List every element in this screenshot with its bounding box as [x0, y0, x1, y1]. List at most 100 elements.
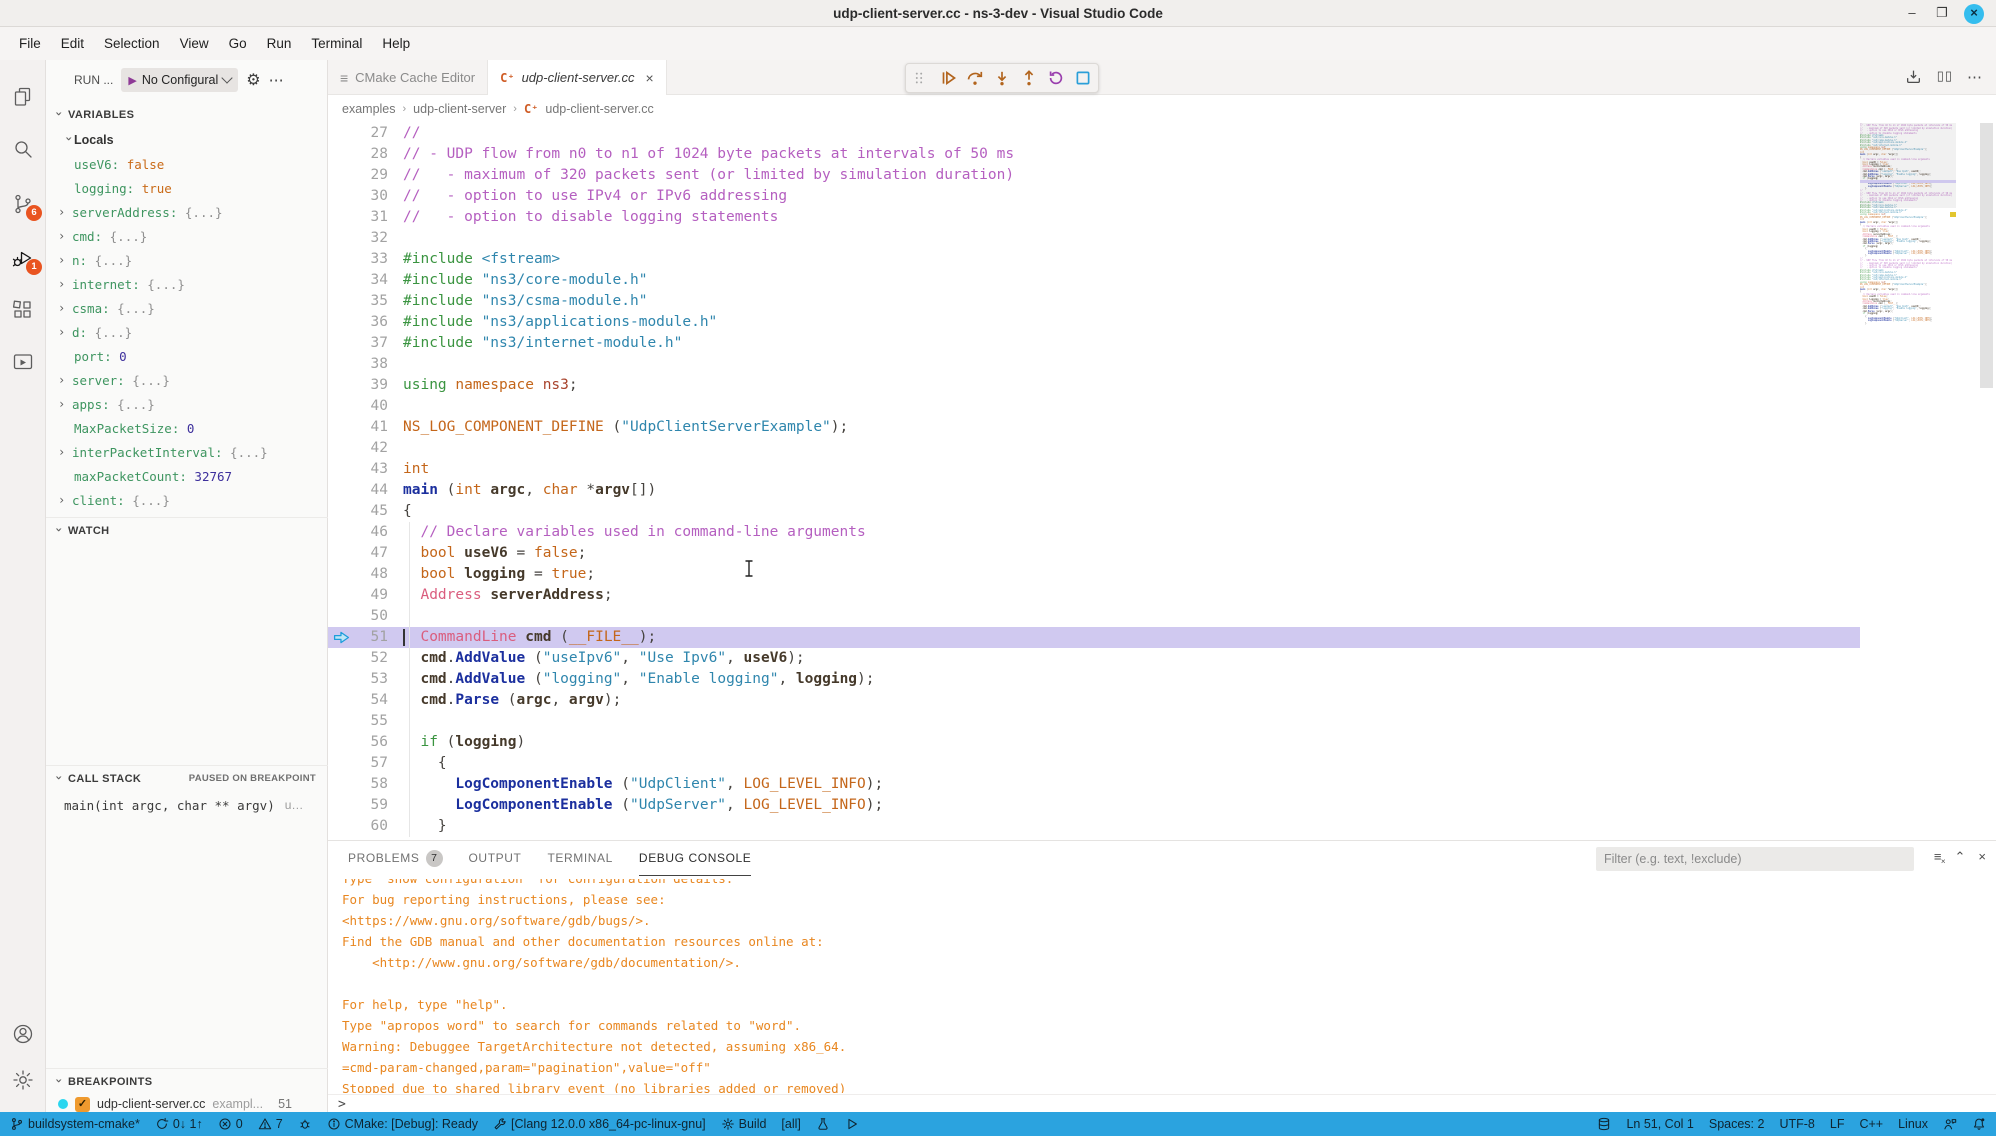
status-item-utf-8[interactable]: UTF-8 — [1779, 1117, 1814, 1131]
code-line-57[interactable]: 57 { — [328, 753, 1860, 774]
code-line-36[interactable]: 36#include "ns3/applications-module.h" — [328, 312, 1860, 333]
variables-section-header[interactable]: › VARIABLES — [46, 102, 328, 128]
variable-row[interactable]: ›apps: {...} — [46, 392, 328, 416]
panel-tab-terminal[interactable]: TERMINAL — [547, 841, 612, 876]
panel-tab-problems[interactable]: PROBLEMS7 — [348, 841, 443, 876]
code-line-39[interactable]: 39using namespace ns3; — [328, 375, 1860, 396]
status-item-lf[interactable]: LF — [1830, 1117, 1845, 1131]
minimize-icon[interactable]: – — [1902, 4, 1922, 24]
variable-row[interactable]: ›internet: {...} — [46, 272, 328, 296]
panel-tab-debug-console[interactable]: DEBUG CONSOLE — [639, 841, 752, 876]
code-line-33[interactable]: 33#include <fstream> — [328, 249, 1860, 270]
status-item-linux[interactable]: Linux — [1898, 1117, 1928, 1131]
variable-row[interactable]: ›interPacketInterval: {...} — [46, 440, 328, 464]
code-line-54[interactable]: 54 cmd.Parse (argc, argv); — [328, 690, 1860, 711]
variable-row[interactable]: ›csma: {...} — [46, 296, 328, 320]
breakpoint-checkbox[interactable]: ✓ — [75, 1097, 90, 1112]
code-line-53[interactable]: 53 cmd.AddValue ("logging", "Enable logg… — [328, 669, 1860, 690]
breadcrumb-item[interactable]: udp-client-server — [413, 102, 506, 116]
code-line-52[interactable]: 52 cmd.AddValue ("useIpv6", "Use Ipv6", … — [328, 648, 1860, 669]
restart-icon[interactable] — [1047, 69, 1065, 87]
code-line-42[interactable]: 42 — [328, 438, 1860, 459]
code-line-56[interactable]: 56 if (logging) — [328, 732, 1860, 753]
close-tab-icon[interactable]: × — [646, 70, 654, 86]
variable-row[interactable]: ›client: {...} — [46, 488, 328, 512]
step-out-icon[interactable] — [1020, 69, 1038, 87]
code-line-37[interactable]: 37#include "ns3/internet-module.h" — [328, 333, 1860, 354]
variable-row[interactable]: useV6: false — [46, 152, 328, 176]
close-panel-icon[interactable]: × — [1978, 849, 1986, 865]
stack-frame[interactable]: main(int argc, char ** argv) u… — [46, 793, 328, 817]
clear-console-icon[interactable]: ≡× — [1934, 849, 1942, 865]
settings-gear-icon[interactable] — [11, 1068, 35, 1092]
breadcrumb-item[interactable]: udp-client-server.cc — [545, 102, 653, 116]
status-item-c++[interactable]: C++ — [1859, 1117, 1883, 1131]
code-editor[interactable]: 27//28// - UDP flow from n0 to n1 of 102… — [328, 123, 1996, 840]
code-line-40[interactable]: 40 — [328, 396, 1860, 417]
code-line-43[interactable]: 43int — [328, 459, 1860, 480]
variable-row[interactable]: maxPacketCount: 32767 — [46, 464, 328, 488]
more-actions-icon[interactable]: ⋯ — [1967, 68, 1982, 86]
code-line-55[interactable]: 55 — [328, 711, 1860, 732]
status-item-spaces-2[interactable]: Spaces: 2 — [1709, 1117, 1765, 1131]
code-line-44[interactable]: 44main (int argc, char *argv[]) — [328, 480, 1860, 501]
status-item-ln-51-col-1[interactable]: Ln 51, Col 1 — [1626, 1117, 1693, 1131]
tab-cmake-cache-editor[interactable]: ≡CMake Cache Editor — [328, 60, 488, 95]
call-stack-section-header[interactable]: › CALL STACK PAUSED ON BREAKPOINT — [46, 765, 328, 791]
minimap-slider[interactable] — [1860, 123, 1956, 208]
status-item[interactable] — [816, 1117, 830, 1131]
status-item[interactable] — [1597, 1117, 1611, 1131]
code-line-58[interactable]: 58 LogComponentEnable ("UdpClient", LOG_… — [328, 774, 1860, 795]
close-icon[interactable]: × — [1964, 4, 1984, 24]
code-line-28[interactable]: 28// - UDP flow from n0 to n1 of 1024 by… — [328, 144, 1860, 165]
code-line-46[interactable]: 46 // Declare variables used in command-… — [328, 522, 1860, 543]
code-line-41[interactable]: 41NS_LOG_COMPONENT_DEFINE ("UdpClientSer… — [328, 417, 1860, 438]
collapse-panel-icon[interactable]: ⌃ — [1955, 849, 1966, 865]
menu-item-selection[interactable]: Selection — [95, 32, 169, 55]
panel-tab-output[interactable]: OUTPUT — [469, 841, 522, 876]
code-line-49[interactable]: 49 Address serverAddress; — [328, 585, 1860, 606]
account-icon[interactable] — [11, 1022, 35, 1046]
code-line-45[interactable]: 45{ — [328, 501, 1860, 522]
files-icon[interactable] — [11, 85, 35, 109]
status-item-0-1-[interactable]: 0↓ 1↑ — [155, 1117, 203, 1131]
gear-icon[interactable]: ⚙ — [246, 70, 260, 90]
code-line-27[interactable]: 27// — [328, 123, 1860, 144]
console-filter-input[interactable] — [1596, 847, 1914, 871]
status-item-buildsystem-cmake-[interactable]: buildsystem-cmake* — [10, 1117, 140, 1131]
variable-row[interactable]: logging: true — [46, 176, 328, 200]
variable-row[interactable]: ›cmd: {...} — [46, 224, 328, 248]
scrollbar[interactable] — [1980, 123, 1993, 388]
code-line-32[interactable]: 32 — [328, 228, 1860, 249]
status-item-build[interactable]: Build — [721, 1117, 767, 1131]
variable-row[interactable]: ›server: {...} — [46, 368, 328, 392]
code-line-50[interactable]: 50 — [328, 606, 1860, 627]
menu-item-run[interactable]: Run — [258, 32, 301, 55]
code-line-47[interactable]: 47 bool useV6 = false; — [328, 543, 1860, 564]
breadcrumb-item[interactable]: examples — [342, 102, 396, 116]
menu-item-file[interactable]: File — [10, 32, 50, 55]
tab-udp-client-server-cc[interactable]: C⁺udp-client-server.cc× — [488, 60, 667, 95]
code-line-59[interactable]: 59 LogComponentEnable ("UdpServer", LOG_… — [328, 795, 1860, 816]
continue-icon[interactable] — [939, 69, 957, 87]
maximize-icon[interactable]: ❐ — [1932, 4, 1952, 24]
menu-item-help[interactable]: Help — [373, 32, 419, 55]
start-debug-icon[interactable]: ▶ — [128, 74, 136, 87]
status-item-0[interactable]: 0 — [218, 1117, 243, 1131]
more-actions-icon[interactable]: ⋯ — [269, 71, 285, 89]
menu-item-go[interactable]: Go — [220, 32, 256, 55]
status-item-cmake-debug-ready[interactable]: CMake: [Debug]: Ready — [327, 1117, 478, 1131]
variable-row[interactable]: ›serverAddress: {...} — [46, 200, 328, 224]
variable-row[interactable]: MaxPacketSize: 0 — [46, 416, 328, 440]
menu-item-view[interactable]: View — [171, 32, 218, 55]
code-line-60[interactable]: 60 } — [328, 816, 1860, 837]
console-prompt[interactable]: > — [328, 1094, 1996, 1112]
status-item--clang-12-0-0-x86-64-pc-[interactable]: [Clang 12.0.0 x86_64-pc-linux-gnu] — [493, 1117, 706, 1131]
status-item-7[interactable]: 7 — [258, 1117, 283, 1131]
search-icon[interactable] — [11, 137, 35, 161]
stop-icon[interactable] — [1074, 69, 1092, 87]
extensions-icon[interactable] — [11, 298, 35, 322]
status-item[interactable] — [845, 1117, 859, 1131]
status-item[interactable] — [1972, 1117, 1986, 1131]
code-line-48[interactable]: 48 bool logging = true; — [328, 564, 1860, 585]
